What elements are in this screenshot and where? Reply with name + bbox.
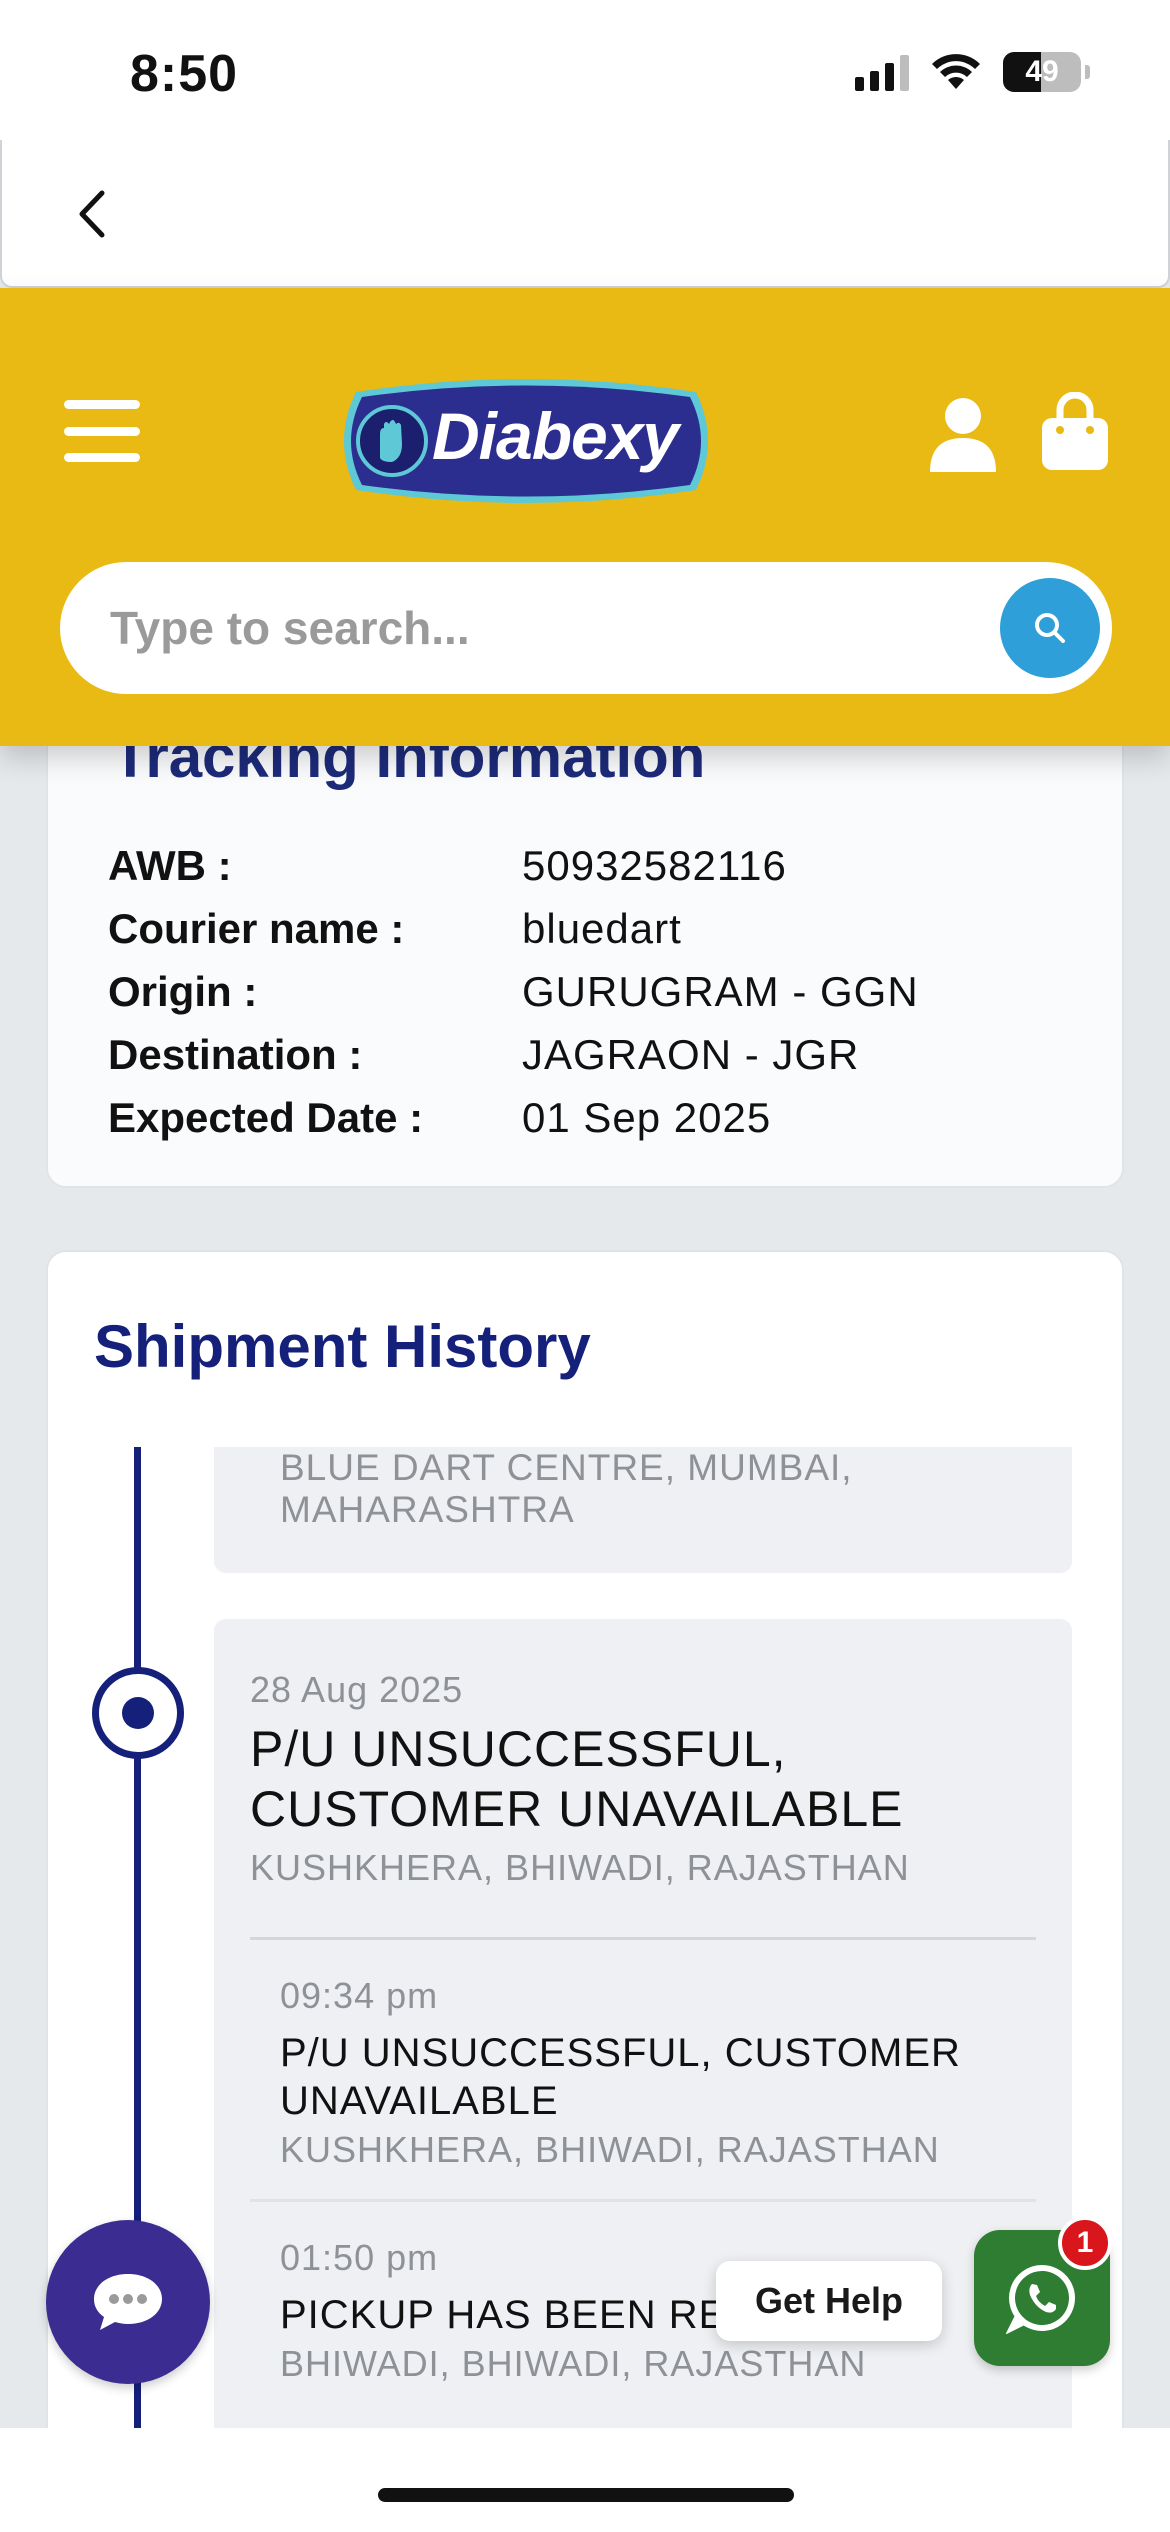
user-icon[interactable] (928, 396, 998, 472)
info-value: bluedart (522, 905, 682, 952)
info-label: Expected Date : (108, 1094, 424, 1141)
get-help-label[interactable]: Get Help (716, 2261, 942, 2341)
home-area (0, 2428, 1170, 2532)
shipment-history-card: Shipment History BLUE DART CENTRE, MUMBA… (46, 1250, 1124, 2532)
timeline-node-icon (92, 1667, 184, 1759)
history-timeline[interactable]: BLUE DART CENTRE, MUMBAI, MAHARASHTRA 28… (48, 1447, 1122, 2532)
history-entry: 28 Aug 2025 P/U UNSUCCESSFUL, CUSTOMER U… (214, 1619, 1072, 2532)
hamburger-menu-icon[interactable] (64, 400, 140, 462)
event-time: 09:34 pm (280, 1975, 439, 2016)
history-entry-previous: BLUE DART CENTRE, MUMBAI, MAHARASHTRA (214, 1447, 1072, 1573)
site-header: Diabexy (0, 288, 1170, 746)
search-bar (60, 562, 1112, 694)
info-label: Destination : (108, 1031, 363, 1078)
logo-text: Diabexy (432, 399, 679, 473)
event-location: KUSHKHERA, BHIWADI, RAJASTHAN (280, 2129, 940, 2170)
chevron-left-icon (79, 190, 105, 238)
status-bar: 8:50 49 (0, 0, 1170, 140)
battery-percent: 49 (1025, 55, 1059, 88)
info-value: 50932582116 (522, 842, 787, 889)
back-button[interactable] (62, 182, 122, 246)
home-indicator[interactable] (378, 2488, 794, 2502)
search-input[interactable] (110, 562, 1010, 694)
event-location: BHIWADI, BHIWADI, RAJASTHAN (280, 2343, 867, 2384)
info-value: JAGRAON - JGR (522, 1031, 860, 1078)
info-label: Origin : (108, 968, 258, 1015)
battery-tip (1085, 65, 1090, 79)
chat-button[interactable] (46, 2220, 210, 2384)
battery-icon: 49 (1003, 52, 1081, 92)
entry-location: KUSHKHERA, BHIWADI, RAJASTHAN (250, 1847, 910, 1888)
status-time: 8:50 (130, 45, 239, 103)
diabexy-logo[interactable]: Diabexy (332, 372, 720, 510)
divider (250, 1937, 1036, 1940)
info-value: GURUGRAM - GGN (522, 968, 919, 1015)
event-time: 01:50 pm (280, 2237, 439, 2278)
browser-nav-bar (0, 140, 1170, 288)
status-icons: 49 (855, 52, 1090, 92)
notification-badge: 1 (1058, 2216, 1112, 2270)
cellular-signal-icon (855, 53, 909, 91)
search-button[interactable] (1000, 578, 1100, 678)
shipment-history-title: Shipment History (94, 1313, 591, 1380)
whatsapp-button[interactable]: 1 (974, 2216, 1112, 2366)
entry-status: P/U UNSUCCESSFUL, CUSTOMER UNAVAILABLE (250, 1721, 904, 1837)
event-status: P/U UNSUCCESSFUL, CUSTOMER UNAVAILABLE (280, 2031, 961, 2123)
info-label: AWB : (108, 842, 232, 889)
search-icon (1035, 613, 1065, 643)
chat-bubble-icon (94, 2274, 162, 2330)
info-value: 01 Sep 2025 (522, 1094, 772, 1141)
entry-location: BLUE DART CENTRE, MUMBAI, MAHARASHTRA (280, 1447, 853, 1530)
entry-date: 28 Aug 2025 (250, 1669, 464, 1710)
info-label: Courier name : (108, 905, 405, 952)
wifi-icon (932, 54, 980, 89)
whatsapp-icon (1006, 2264, 1075, 2334)
shopping-bag-icon[interactable] (1040, 392, 1110, 472)
divider (250, 2199, 1036, 2202)
